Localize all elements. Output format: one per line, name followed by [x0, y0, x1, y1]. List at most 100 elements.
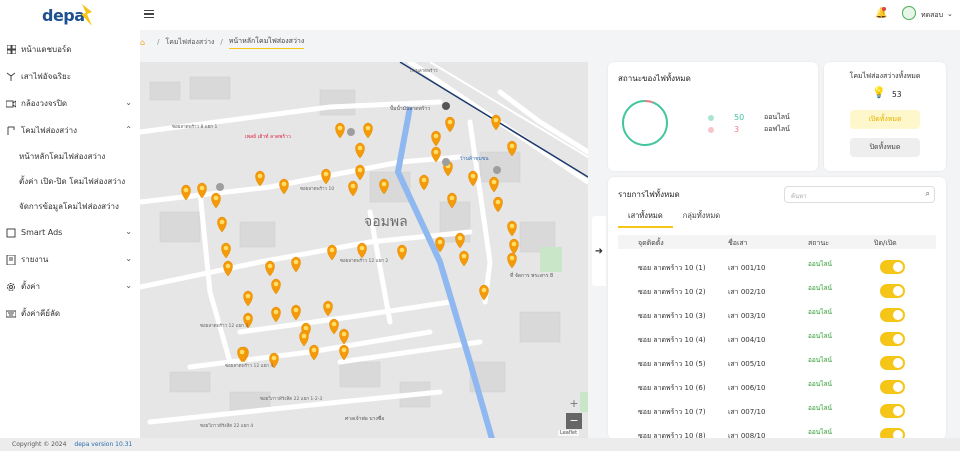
row-toggle-switch[interactable] [880, 260, 905, 274]
lamp-marker-dot [359, 245, 365, 251]
row-toggle-switch[interactable] [880, 380, 905, 394]
tab-all-poles[interactable]: เสาทั้งหมด [618, 210, 673, 228]
hamburger-menu-icon[interactable] [144, 10, 154, 18]
lamp-marker-icon[interactable] [211, 192, 221, 209]
lamp-marker-icon[interactable] [419, 174, 429, 191]
row-toggle-switch[interactable] [880, 308, 905, 322]
lamp-marker-icon[interactable] [271, 306, 281, 323]
lamp-marker-icon[interactable] [357, 242, 367, 259]
lamp-marker-icon[interactable] [363, 122, 373, 139]
table-row[interactable]: ซอย ลาดพร้าว 10 (3) เสา 003/10 ออนไลน์ [618, 303, 936, 327]
lamp-marker-icon[interactable] [445, 116, 455, 133]
avatar[interactable] [902, 6, 916, 20]
zoom-in-button[interactable]: + [566, 396, 582, 412]
home-icon[interactable]: ⌂ [140, 38, 145, 47]
map-view[interactable]: จอมพล เพลย์ เฮ้าท์ ลาดพร้าว ปั้มน้ำมันลา… [140, 62, 588, 439]
lamp-marker-dot [495, 199, 501, 205]
lamp-marker-icon[interactable] [321, 168, 331, 185]
lamp-marker-icon[interactable] [255, 170, 265, 187]
sidebar-subitem-lamp-manage[interactable]: จัดการข้อมูลโคมไฟส่องสว่าง [0, 194, 140, 219]
lamp-marker-icon[interactable] [243, 290, 253, 307]
sidebar-item-settings[interactable]: ตั้งค่า ⌄ [0, 273, 140, 300]
table-row[interactable]: ซอย ลาดพร้าว 10 (6) เสา 006/10 ออนไลน์ [618, 375, 936, 399]
depa-logo[interactable]: depa [40, 2, 100, 30]
table-row[interactable]: ซอย ลาดพร้าว 10 (1) เสา 001/10 ออนไลน์ [618, 255, 936, 279]
online-count: 50 [734, 113, 745, 122]
lamp-icon [6, 126, 16, 136]
turn-all-on-button[interactable]: เปิดทั้งหมด [850, 110, 920, 129]
lamp-marker-icon[interactable] [507, 252, 517, 269]
map-canvas[interactable]: จอมพล เพลย์ เฮ้าท์ ลาดพร้าว ปั้มน้ำมันลา… [140, 62, 588, 439]
lamp-marker-icon[interactable] [459, 250, 469, 267]
lamp-marker-icon[interactable] [271, 278, 281, 295]
lamp-marker-icon[interactable] [329, 318, 339, 335]
turn-all-off-button[interactable]: ปิดทั้งหมด [850, 138, 920, 157]
lamp-marker-icon[interactable] [339, 344, 349, 361]
lamp-marker-icon[interactable] [223, 260, 233, 277]
lamp-marker-icon[interactable] [291, 304, 301, 321]
map-road-label: ถนนลาดพร้าว [410, 68, 438, 74]
row-pole-name: เสา 006/10 [728, 384, 766, 392]
search-input[interactable]: ค้นหา ⌕ [784, 186, 935, 203]
row-toggle-switch[interactable] [880, 404, 905, 418]
lamp-marker-icon[interactable] [323, 300, 333, 317]
collapse-panel-arrow-icon[interactable]: ➜ [592, 216, 606, 286]
search-icon[interactable]: ⌕ [926, 189, 930, 199]
breadcrumb-lamp[interactable]: โคมไฟส่องสว่าง [165, 37, 214, 48]
lamp-marker-icon[interactable] [489, 176, 499, 193]
table-row[interactable]: ซอย ลาดพร้าว 10 (7) เสา 007/10 ออนไลน์ [618, 399, 936, 423]
sidebar-item-hotkeys[interactable]: ตั้งค่าคีย์ลัด [0, 300, 140, 327]
table-row[interactable]: ซอย ลาดพร้าว 10 (8) เสา 008/10 ออนไลน์ [618, 423, 936, 439]
lamp-marker-icon[interactable] [265, 260, 275, 277]
lamp-marker-icon[interactable] [217, 216, 227, 233]
table-row[interactable]: ซอย ลาดพร้าว 10 (5) เสา 005/10 ออนไลน์ [618, 351, 936, 375]
sidebar-item-dashboard[interactable]: หน้าแดชบอร์ด [0, 36, 140, 63]
lamp-marker-dot [219, 219, 225, 225]
lamp-marker-icon[interactable] [355, 164, 365, 181]
lamp-marker-icon[interactable] [279, 178, 289, 195]
list-title: รายการไฟทั้งหมด [618, 190, 680, 199]
user-name[interactable]: ทดสอบ [921, 10, 943, 21]
lamp-marker-icon[interactable] [355, 142, 365, 159]
sidebar-item-lamp[interactable]: โคมไฟส่องสว่าง ⌃ [0, 117, 140, 144]
lamp-marker-icon[interactable] [221, 242, 231, 259]
lamp-marker-icon[interactable] [327, 244, 337, 261]
lamp-marker-icon[interactable] [397, 244, 407, 261]
sidebar-subitem-lamp-schedule[interactable]: ตั้งค่า เปิด-ปิด โคมไฟส่องสว่าง [0, 169, 140, 194]
zoom-out-button[interactable]: − [566, 413, 582, 429]
lamp-marker-icon[interactable] [468, 170, 478, 187]
sidebar-item-cctv[interactable]: กล้องวงจรปิด ⌄ [0, 90, 140, 117]
sidebar-item-smart-ads[interactable]: Smart Ads ⌄ [0, 219, 140, 246]
lamp-marker-icon[interactable] [348, 180, 358, 197]
map-district-label: จอมพล [364, 214, 408, 230]
lamp-marker-icon[interactable] [299, 330, 309, 347]
lamp-marker-icon[interactable] [509, 238, 519, 255]
lamp-marker-icon[interactable] [493, 196, 503, 213]
sidebar-subitem-lamp-home[interactable]: หน้าหลักโคมไฟส่องสว่าง [0, 144, 140, 169]
row-location: ซอย ลาดพร้าว 10 (1) [638, 264, 706, 272]
table-row[interactable]: ซอย ลาดพร้าว 10 (2) เสา 002/10 ออนไลน์ [618, 279, 936, 303]
lamp-marker-icon[interactable] [455, 232, 465, 249]
sidebar-item-report[interactable]: รายงาน ⌄ [0, 246, 140, 273]
sidebar-item-smart-pole[interactable]: เสาไฟอัจฉริยะ [0, 63, 140, 90]
tab-all-groups[interactable]: กลุ่มทั้งหมด [673, 210, 730, 228]
row-toggle-switch[interactable] [880, 332, 905, 346]
map-road-label: ซอยวิภาวดีรังสิต 22 แยก 4 [200, 423, 253, 429]
chevron-down-icon[interactable]: ⌄ [947, 10, 953, 18]
dashboard-icon [6, 45, 16, 55]
lamp-marker-icon[interactable] [335, 122, 345, 139]
lamp-marker-dot [213, 195, 219, 201]
lamp-marker-icon[interactable] [431, 130, 441, 147]
map-road-label: ซอยลาดพร้าว 12 แยก 2 [340, 258, 388, 264]
lamp-marker-icon[interactable] [291, 256, 301, 273]
map-attribution[interactable]: Leaflet [558, 430, 580, 436]
lamp-marker-icon[interactable] [339, 328, 349, 345]
header-pole-name: ชื่อเสา [728, 239, 748, 247]
lamp-marker-icon[interactable] [507, 220, 517, 237]
row-toggle-switch[interactable] [880, 356, 905, 370]
row-toggle-switch[interactable] [880, 284, 905, 298]
table-row[interactable]: ซอย ลาดพร้าว 10 (4) เสา 004/10 ออนไลน์ [618, 327, 936, 351]
lamp-marker-icon[interactable] [491, 114, 501, 131]
lamp-marker-icon[interactable] [309, 344, 319, 361]
lamp-marker-dot [433, 149, 439, 155]
